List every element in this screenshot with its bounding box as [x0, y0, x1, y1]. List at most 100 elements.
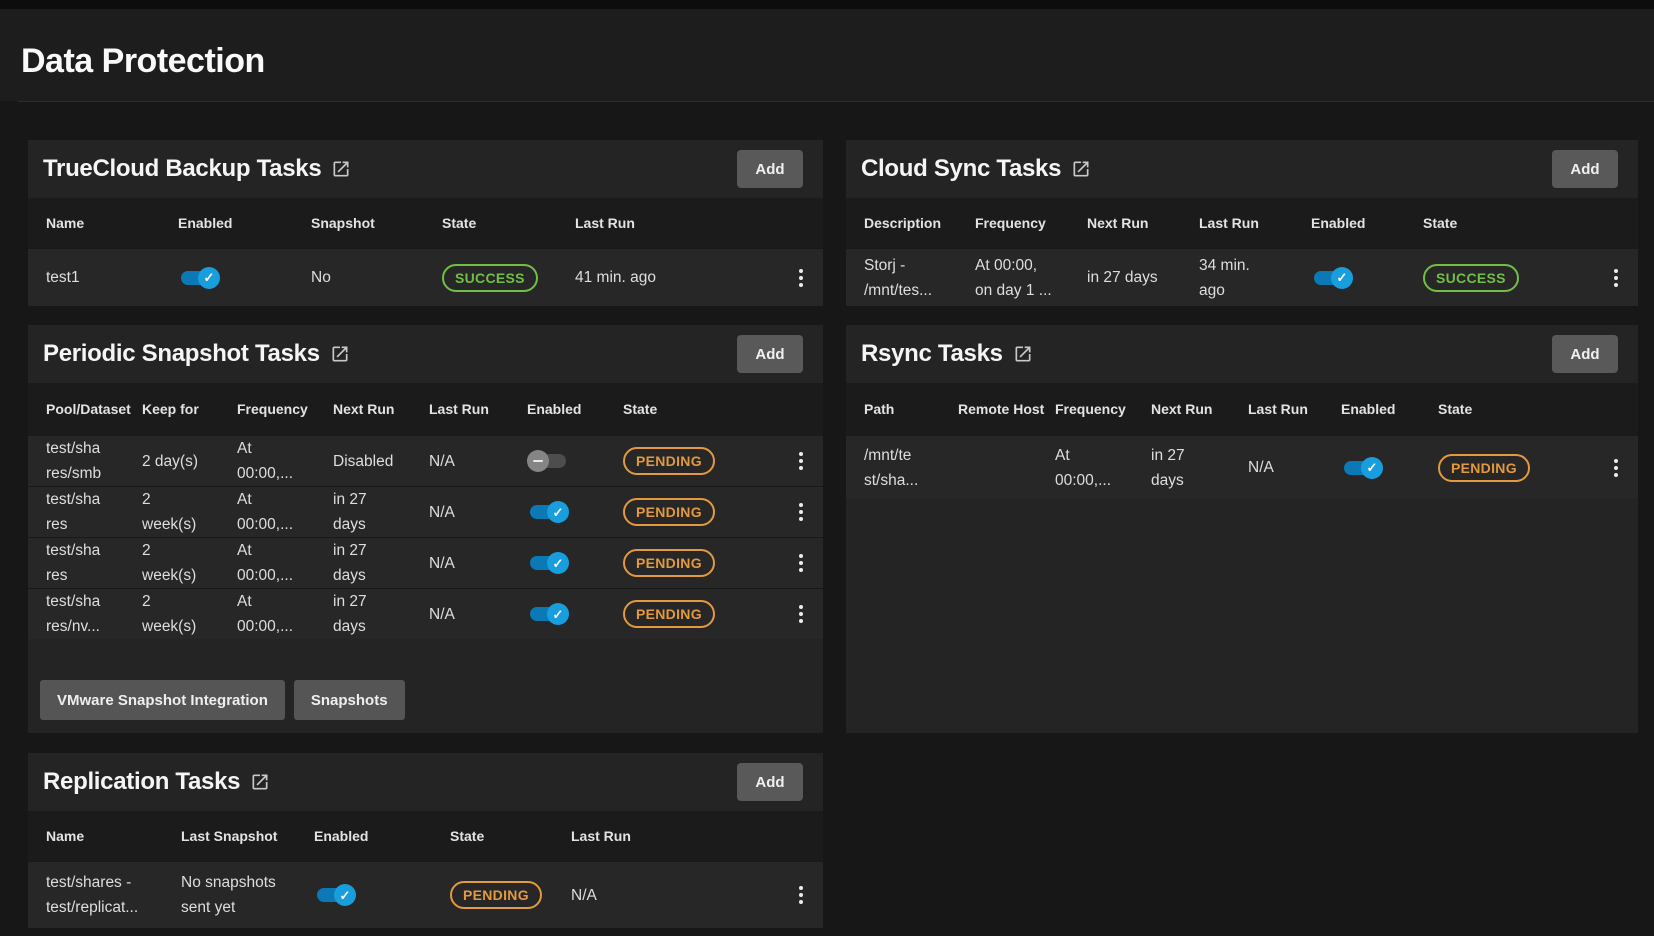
cell-text: in 27 days: [333, 589, 429, 639]
state-badge[interactable]: SUCCESS: [1423, 264, 1519, 292]
card-title: Rsync Tasks: [861, 340, 1033, 368]
add-button[interactable]: Add: [737, 763, 803, 801]
table-row: test/sha res2 week(s)At 00:00,...in 27 d…: [28, 537, 823, 588]
row-actions-button[interactable]: [1608, 453, 1624, 483]
cell-text: test/sha res: [46, 538, 142, 588]
cell-state: PENDING: [623, 549, 779, 577]
card-title: Periodic Snapshot Tasks: [43, 340, 350, 368]
kebab-dot: [1614, 473, 1618, 477]
kebab-dot: [799, 886, 803, 890]
card-header: Cloud Sync Tasks Add: [846, 140, 1638, 198]
row-actions-button[interactable]: [793, 497, 809, 527]
state-badge[interactable]: PENDING: [623, 549, 715, 577]
enabled-toggle[interactable]: ✓: [527, 552, 569, 574]
kebab-dot: [799, 893, 803, 897]
footer-button-snapshots[interactable]: Snapshots: [294, 680, 405, 720]
column-header: Keep for: [142, 401, 237, 418]
kebab-dot: [1614, 283, 1618, 287]
cell-value: in 27 days: [333, 491, 367, 533]
column-header: Last Run: [429, 401, 527, 418]
enabled-toggle[interactable]: ✓: [178, 267, 220, 289]
cell-state: SUCCESS: [1423, 264, 1594, 292]
card-title: Cloud Sync Tasks: [861, 155, 1091, 183]
cell-text: 2 day(s): [142, 449, 237, 474]
row-actions-button[interactable]: [793, 599, 809, 629]
cell-value: in 27 days: [333, 542, 367, 584]
kebab-dot: [1614, 459, 1618, 463]
row-actions-button[interactable]: [793, 880, 809, 910]
add-button[interactable]: Add: [1552, 150, 1618, 188]
external-link-icon[interactable]: [331, 159, 351, 179]
card-footer: VMware Snapshot IntegrationSnapshots: [28, 680, 823, 733]
state-badge[interactable]: PENDING: [450, 881, 542, 909]
table-row: test1✓NoSUCCESS41 min. ago: [28, 248, 823, 306]
enabled-toggle[interactable]: ✓: [527, 603, 569, 625]
cell-value: test/sha res: [46, 542, 100, 584]
cell-text: N/A: [429, 602, 527, 627]
cell-value: 34 min. ago: [1199, 257, 1250, 299]
footer-button-vmware-snapshot-integration[interactable]: VMware Snapshot Integration: [40, 680, 285, 720]
cell-toggle: ✓: [314, 884, 450, 906]
cell-value: 2 week(s): [142, 491, 196, 533]
cell-text: in 27 days: [1087, 265, 1199, 290]
add-button[interactable]: Add: [737, 150, 803, 188]
add-button[interactable]: Add: [1552, 335, 1618, 373]
enabled-toggle[interactable]: ✓: [1341, 457, 1383, 479]
external-link-icon[interactable]: [1071, 159, 1091, 179]
row-actions-button[interactable]: [793, 548, 809, 578]
state-badge[interactable]: PENDING: [623, 498, 715, 526]
column-header: Last Run: [1199, 215, 1311, 232]
state-badge[interactable]: PENDING: [1438, 454, 1530, 482]
column-header: Frequency: [237, 401, 333, 418]
column-header: Last Run: [575, 215, 779, 232]
column-header: Enabled: [314, 828, 450, 845]
column-header: Next Run: [1087, 215, 1199, 232]
enabled-toggle[interactable]: ✓: [527, 501, 569, 523]
add-button[interactable]: Add: [737, 335, 803, 373]
card-title: Replication Tasks: [43, 768, 270, 796]
card-title: TrueCloud Backup Tasks: [43, 155, 351, 183]
column-header: Enabled: [1341, 401, 1438, 418]
state-badge[interactable]: PENDING: [623, 600, 715, 628]
cell-text: 2 week(s): [142, 538, 237, 588]
column-header: Frequency: [1055, 401, 1151, 418]
cell-toggle: ✓: [527, 603, 623, 625]
row-actions-button[interactable]: [1608, 263, 1624, 293]
card-periodic: Periodic Snapshot TasksAddPool/DatasetKe…: [28, 325, 823, 733]
column-header: Enabled: [527, 401, 623, 418]
enabled-toggle[interactable]: ✓: [314, 884, 356, 906]
cell-text: in 27 days: [333, 538, 429, 588]
external-link-icon[interactable]: [330, 344, 350, 364]
cell-text: At 00:00,...: [237, 436, 333, 486]
enabled-toggle[interactable]: [527, 450, 569, 472]
cell-toggle: ✓: [178, 267, 311, 289]
kebab-dot: [799, 269, 803, 273]
row-actions-button[interactable]: [793, 446, 809, 476]
kebab-dot: [799, 900, 803, 904]
cell-toggle: ✓: [1341, 457, 1438, 479]
cell-value: At 00:00,...: [237, 491, 293, 533]
column-header: Last Run: [571, 828, 779, 845]
enabled-toggle[interactable]: ✓: [1311, 267, 1353, 289]
cell-text: test/shares - test/replicat...: [46, 870, 181, 920]
column-header: Enabled: [178, 215, 311, 232]
cell-text: At 00:00,...: [237, 589, 333, 639]
cell-value: test/shares - test/replicat...: [46, 874, 138, 916]
row-actions-cell: [779, 497, 823, 527]
column-header: State: [442, 215, 575, 232]
card-truecloud: TrueCloud Backup TasksAddNameEnabledSnap…: [28, 140, 823, 306]
cell-value: test/sha res: [46, 491, 100, 533]
external-link-icon[interactable]: [250, 772, 270, 792]
table-row: test/shares - test/replicat...No snapsho…: [28, 861, 823, 928]
kebab-dot: [799, 510, 803, 514]
state-badge[interactable]: SUCCESS: [442, 264, 538, 292]
state-badge[interactable]: PENDING: [623, 447, 715, 475]
column-header: Remote Host: [958, 401, 1055, 418]
cell-value: in 27 days: [1151, 447, 1185, 489]
card-header: Rsync Tasks Add: [846, 325, 1638, 383]
card-title-text: Replication Tasks: [43, 768, 240, 796]
column-header: Last Snapshot: [181, 828, 314, 845]
card-title-text: Periodic Snapshot Tasks: [43, 340, 320, 368]
row-actions-button[interactable]: [793, 263, 809, 293]
external-link-icon[interactable]: [1013, 344, 1033, 364]
